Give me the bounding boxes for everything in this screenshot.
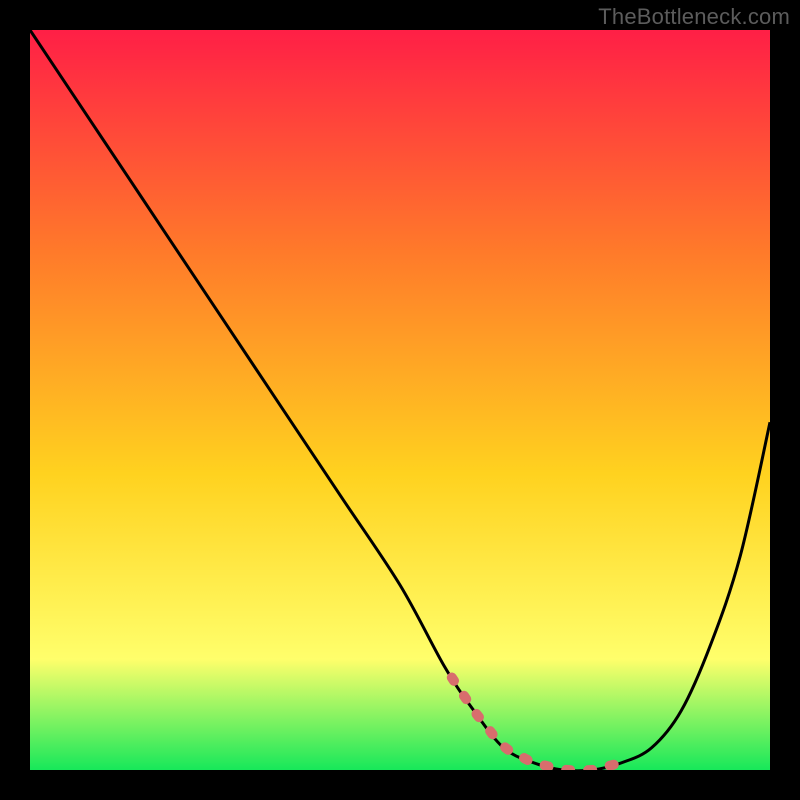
watermark-text: TheBottleneck.com xyxy=(598,4,790,30)
bottleneck-chart xyxy=(30,30,770,770)
chart-frame: TheBottleneck.com xyxy=(0,0,800,800)
plot-area xyxy=(30,30,770,770)
gradient-background xyxy=(30,30,770,770)
